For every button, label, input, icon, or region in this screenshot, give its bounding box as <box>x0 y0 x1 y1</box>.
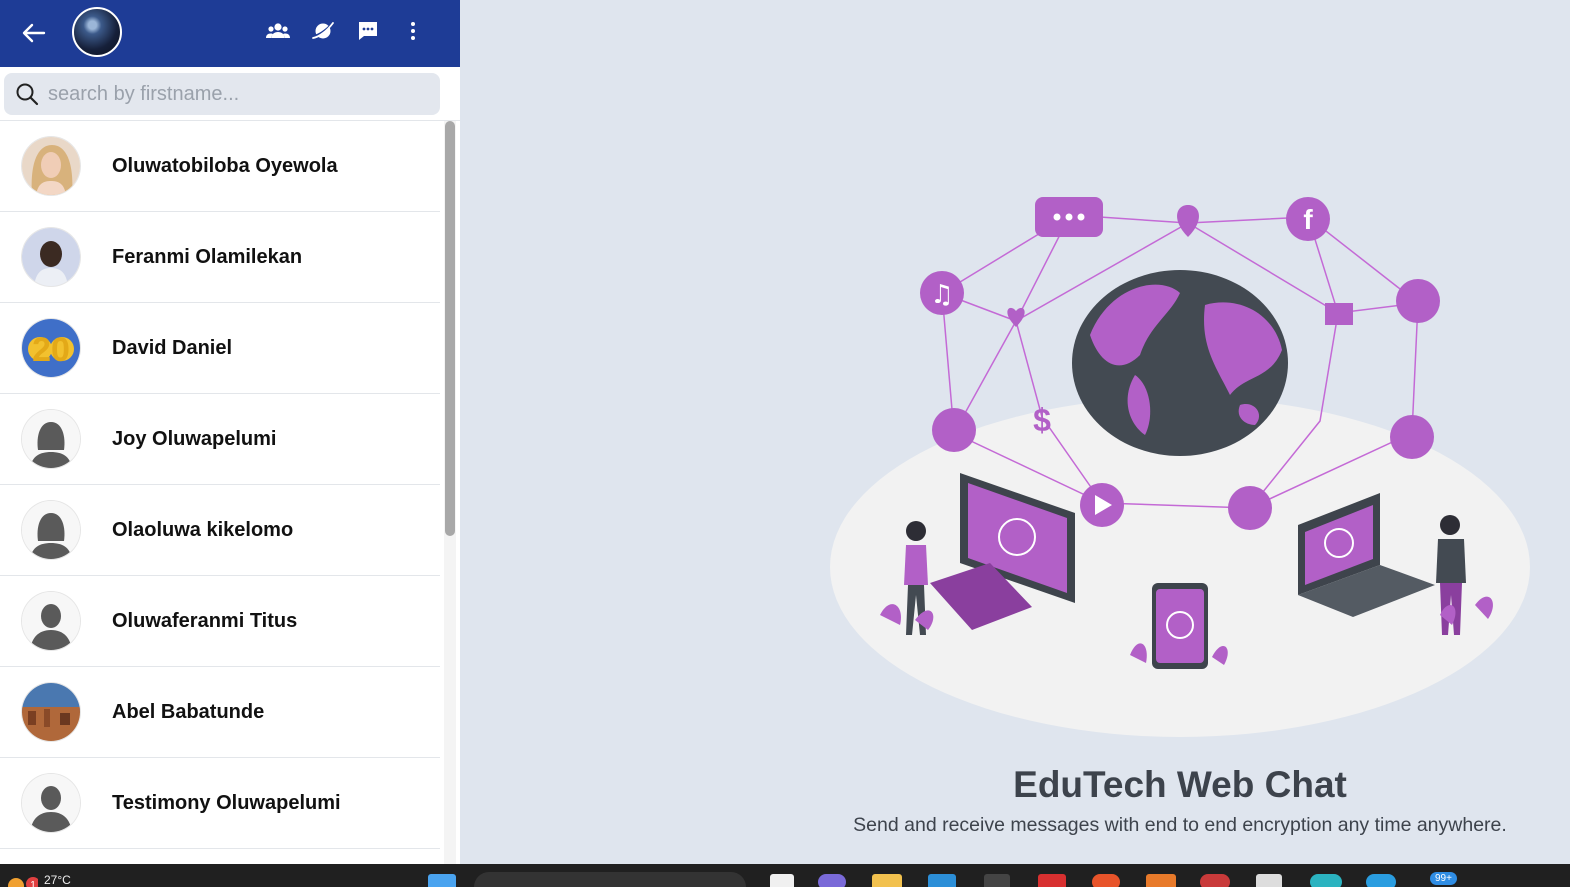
welcome-title: EduTech Web Chat <box>1013 764 1347 805</box>
taskbar-app-icon[interactable] <box>1200 874 1230 887</box>
taskbar-app-icon[interactable] <box>818 874 846 887</box>
svg-text:♫: ♫ <box>930 280 953 310</box>
groups-icon[interactable] <box>265 18 291 44</box>
taskbar-app-icon[interactable] <box>984 874 1010 887</box>
status-icon[interactable] <box>310 18 336 44</box>
balloon-number: 20 <box>32 331 70 369</box>
taskbar-app-icon[interactable] <box>1310 874 1342 887</box>
scrollbar-thumb[interactable] <box>445 121 455 536</box>
default-female-avatar-icon <box>22 501 80 559</box>
contact-row[interactable]: Joy Oluwapelumi <box>0 394 440 485</box>
folder-icon[interactable] <box>872 874 902 887</box>
search-icon <box>16 83 39 106</box>
contact-name: Oluwaferanmi Titus <box>112 609 298 632</box>
contact-list: Oluwatobiloba Oyewola Feranmi Olamilekan… <box>0 121 440 849</box>
contact-row[interactable]: Olaoluwa kikelomo <box>0 485 440 576</box>
weather-temperature: 27°C <box>44 873 71 887</box>
vscode-icon[interactable] <box>928 874 956 887</box>
contact-avatar <box>22 683 80 741</box>
default-male-avatar-icon <box>22 592 80 650</box>
taskbar-app-icon[interactable] <box>1256 874 1282 887</box>
taskbar-app-icon[interactable] <box>1146 874 1176 887</box>
start-button-icon[interactable] <box>428 874 456 887</box>
contact-avatar: 20 <box>22 319 80 377</box>
contact-name: Olaoluwa kikelomo <box>112 518 294 541</box>
contact-row[interactable]: Feranmi Olamilekan <box>0 212 440 303</box>
contact-name: Testimony Oluwapelumi <box>112 791 341 814</box>
contact-name: Feranmi Olamilekan <box>112 245 303 268</box>
svg-text:f: f <box>1303 204 1313 235</box>
notifications-badge[interactable]: 99+ <box>1430 872 1457 885</box>
taskbar-app-icon[interactable] <box>1038 874 1066 887</box>
svg-text:$: $ <box>1033 402 1051 438</box>
taskbar-app-icon[interactable] <box>1092 874 1120 887</box>
sidebar-header <box>0 0 460 67</box>
search-input[interactable] <box>46 81 430 107</box>
more-options-icon[interactable] <box>400 18 426 44</box>
default-female-avatar-icon <box>22 410 80 468</box>
weather-icon[interactable]: 1 <box>6 872 38 887</box>
contact-row[interactable]: Testimony Oluwapelumi <box>0 758 440 849</box>
network-illustration: f ♫ $ <box>830 197 1530 737</box>
os-taskbar: 1 27°C 99+ <box>0 864 1570 887</box>
taskbar-app-icon[interactable] <box>770 874 794 887</box>
contact-row[interactable]: Abel Babatunde <box>0 667 440 758</box>
contact-row[interactable]: Oluwatobiloba Oyewola <box>0 121 440 212</box>
contact-row[interactable]: Oluwaferanmi Titus <box>0 576 440 667</box>
search-bar <box>0 67 460 121</box>
taskbar-app-icon[interactable] <box>1366 874 1396 887</box>
contact-avatar <box>22 228 80 286</box>
contact-name: Abel Babatunde <box>112 700 265 723</box>
weather-badge-number: 1 <box>30 880 36 887</box>
default-male-avatar-icon <box>22 774 80 832</box>
contact-avatar <box>22 137 80 195</box>
new-chat-icon[interactable] <box>355 18 381 44</box>
header-actions <box>265 18 426 44</box>
search-box[interactable] <box>4 73 440 115</box>
back-arrow-icon[interactable] <box>20 19 48 47</box>
contact-name: David Daniel <box>112 336 233 359</box>
taskbar-search[interactable] <box>474 872 746 887</box>
profile-avatar[interactable] <box>72 7 122 57</box>
contact-name: Oluwatobiloba Oyewola <box>112 154 338 177</box>
welcome-subtitle: Send and receive messages with end to en… <box>853 814 1507 836</box>
contact-name: Joy Oluwapelumi <box>112 427 277 450</box>
contact-list-scrollbar[interactable] <box>444 121 456 864</box>
contact-row[interactable]: 20 David Daniel <box>0 303 440 394</box>
sidebar: Oluwatobiloba Oyewola Feranmi Olamilekan… <box>0 0 460 864</box>
